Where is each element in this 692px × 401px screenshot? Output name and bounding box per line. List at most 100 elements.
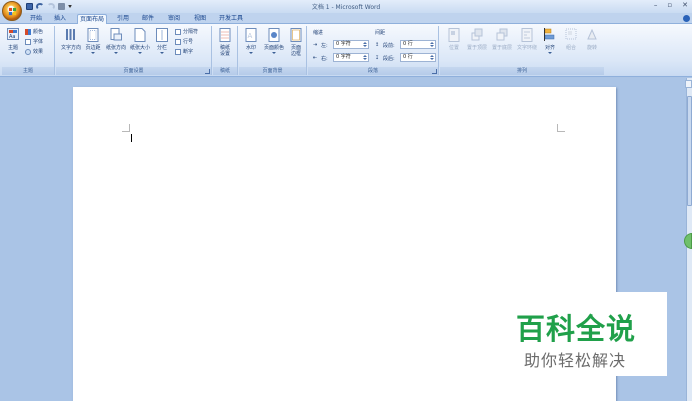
breaks-button[interactable]: 分隔符	[175, 28, 198, 36]
group-theme: Aa 主题 颜色 字体 效果 主题	[2, 26, 55, 75]
align-button[interactable]: 对齐	[540, 28, 560, 54]
chevron-down-icon	[91, 52, 95, 54]
watermark-subtitle: 助你轻松解决	[524, 351, 627, 370]
breaks-icon	[175, 28, 181, 35]
chevron-down-icon	[69, 52, 73, 54]
scrollbar-thumb[interactable]	[687, 96, 692, 206]
group-label-paragraph: 段落	[308, 67, 438, 75]
ribbon: Aa 主题 颜色 字体 效果 主题 文字方向 页边距 纸张方向 纸张大小 分栏 …	[0, 24, 692, 77]
chevron-down-icon	[272, 52, 276, 54]
tab-review[interactable]: 审阅	[165, 14, 183, 24]
theme-icon: Aa	[7, 28, 19, 40]
send-to-back-icon	[496, 28, 508, 41]
bring-to-front-button[interactable]: 置于顶层	[465, 28, 489, 51]
group-label-arrange: 排列	[440, 67, 604, 75]
tab-page-layout[interactable]: 页面布局	[77, 14, 107, 24]
margins-button[interactable]: 页边距	[83, 28, 103, 54]
indent-left-input[interactable]: 0 字符	[333, 40, 369, 49]
page-borders-button[interactable]: 页面 边框	[286, 28, 306, 57]
group-objects-icon	[565, 28, 577, 40]
rotate-button[interactable]: 旋转	[582, 28, 602, 51]
page-borders-icon	[290, 28, 302, 42]
watermark-button[interactable]: A 水印	[241, 28, 261, 54]
group-objects-button[interactable]: 组合	[561, 28, 581, 51]
chevron-down-icon	[138, 52, 142, 54]
spacing-after-input[interactable]: 0 行	[400, 53, 436, 62]
rotate-icon	[587, 28, 597, 40]
group-page-setup: 文字方向 页边距 纸张方向 纸张大小 分栏 分隔符 行号 断字 页面设置	[56, 26, 212, 75]
title-bar: 文档 1 - Microsoft Word – ▫ ✕	[0, 0, 692, 13]
columns-button[interactable]: 分栏	[153, 28, 171, 54]
theme-chevron-down-icon	[11, 52, 15, 54]
close-button[interactable]: ✕	[682, 1, 688, 9]
bring-to-front-icon	[471, 28, 483, 41]
indent-label: 缩进	[313, 30, 324, 36]
margin-corner-mark-top-right	[557, 124, 565, 132]
indent-right-label: 右:	[321, 56, 328, 62]
minimize-button[interactable]: –	[654, 1, 658, 9]
orientation-button[interactable]: 纸张方向	[106, 28, 126, 54]
tab-home[interactable]: 开始	[27, 14, 45, 24]
color-palette-icon	[25, 28, 31, 35]
text-direction-button[interactable]: 文字方向	[59, 28, 83, 54]
chevron-down-icon	[548, 52, 552, 54]
page-color-button[interactable]: 页面颜色	[262, 28, 286, 54]
paper-size-icon	[134, 28, 146, 42]
maximize-button[interactable]: ▫	[667, 1, 672, 9]
tab-references[interactable]: 引用	[114, 14, 132, 24]
office-button[interactable]	[2, 1, 22, 21]
page-setup-dialog-launcher-icon[interactable]	[205, 69, 210, 74]
columns-icon	[156, 28, 168, 42]
window-title: 文档 1 - Microsoft Word	[311, 4, 381, 11]
paragraph-dialog-launcher-icon[interactable]	[432, 69, 437, 74]
office-logo-icon	[8, 7, 17, 16]
text-wrapping-button[interactable]: 文字环绕	[515, 28, 539, 51]
svg-text:Aa: Aa	[9, 34, 15, 40]
spacing-label: 间距	[375, 30, 386, 36]
theme-button[interactable]: Aa 主题	[3, 28, 23, 54]
draft-paper-icon	[219, 28, 231, 42]
spacing-before-label: 段前:	[383, 43, 395, 49]
indent-right-input[interactable]: 0 字符	[333, 53, 369, 62]
window-controls: – ▫ ✕	[654, 1, 688, 9]
watermark-title: 百科全说	[516, 312, 637, 346]
indent-left-icon: ⇥	[313, 42, 318, 48]
tab-view[interactable]: 视图	[191, 14, 209, 24]
align-icon	[544, 28, 555, 41]
chevron-down-icon	[114, 52, 118, 54]
watermark-overlay: 百科全说 助你轻松解决	[505, 292, 667, 376]
group-draft-paper: 稿纸 设置 稿纸	[213, 26, 238, 75]
hyphenation-icon	[175, 48, 181, 55]
position-button[interactable]: 位置	[444, 28, 464, 51]
spacing-before-input[interactable]: 0 行	[400, 40, 436, 49]
group-arrange: 位置 置于顶层 置于底层 文字环绕 对齐 组合 旋转 排列	[440, 26, 604, 75]
text-cursor	[131, 134, 132, 142]
help-icon[interactable]	[683, 15, 690, 22]
ribbon-tabs: 开始 插入 页面布局 引用 邮件 审阅 视图 开发工具	[0, 13, 692, 24]
draft-paper-settings-button[interactable]: 稿纸 设置	[215, 28, 235, 57]
svg-text:A: A	[248, 32, 253, 40]
spacing-before-icon: ↥	[375, 42, 380, 48]
theme-colors-button[interactable]: 颜色	[25, 28, 43, 36]
line-numbers-icon	[175, 38, 181, 45]
tab-developer[interactable]: 开发工具	[217, 14, 245, 24]
margin-corner-mark-top-left	[122, 124, 130, 132]
theme-fonts-button[interactable]: 字体	[25, 38, 43, 46]
group-page-background: A 水印 页面颜色 页面 边框 页面背景	[239, 26, 307, 75]
text-wrapping-icon	[521, 28, 533, 42]
chevron-down-icon	[160, 52, 164, 54]
tab-mailings[interactable]: 邮件	[139, 14, 157, 24]
margins-icon	[87, 28, 99, 42]
group-label-page-setup: 页面设置	[56, 67, 211, 75]
tab-insert[interactable]: 插入	[51, 14, 69, 24]
send-to-back-button[interactable]: 置于底层	[490, 28, 514, 51]
spacing-after-label: 段后:	[383, 56, 395, 62]
theme-effects-button[interactable]: 效果	[25, 48, 43, 56]
paper-size-button[interactable]: 纸张大小	[129, 28, 151, 54]
line-numbers-button[interactable]: 行号	[175, 38, 193, 46]
indent-right-icon: ⇤	[313, 55, 318, 61]
view-ruler-button[interactable]	[685, 80, 692, 88]
position-icon	[448, 28, 460, 42]
hyphenation-button[interactable]: 断字	[175, 48, 193, 56]
chevron-down-icon	[249, 52, 253, 54]
